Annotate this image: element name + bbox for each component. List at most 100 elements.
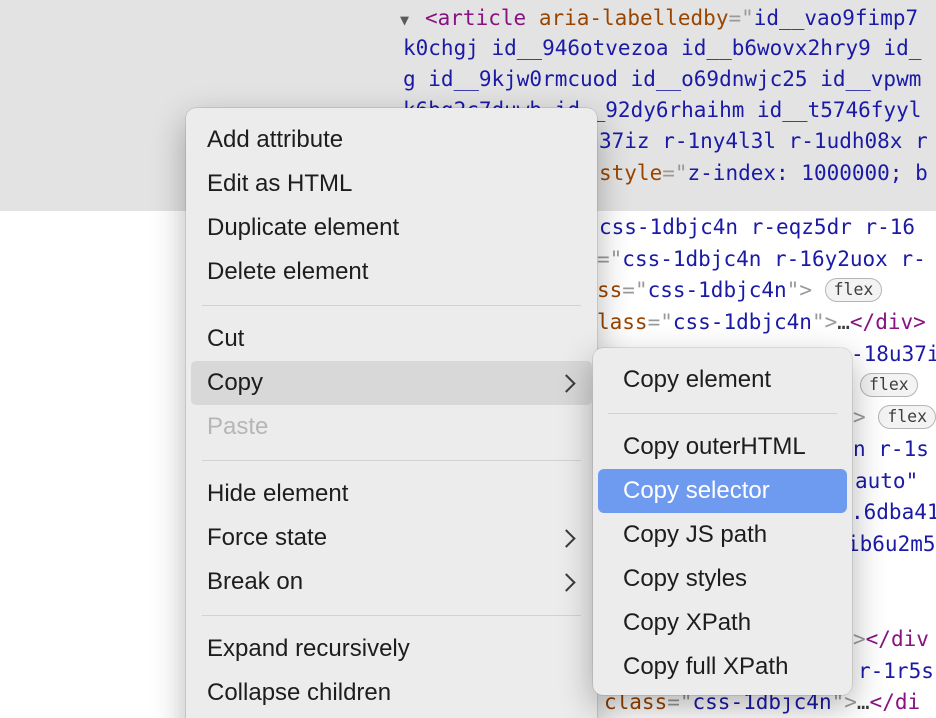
code-segment-attr: lass xyxy=(597,310,648,334)
menu-item-label: Break on xyxy=(207,568,560,596)
code-segment-val: css-1dbjc4n r-eqz5dr r-16 xyxy=(599,215,915,239)
code-segment-val: n r-1s xyxy=(853,437,929,461)
code-line: style="z-index: 1000000; b xyxy=(599,159,928,187)
code-segment-val: z-index: 1000000; b xyxy=(688,161,928,185)
flex-badge[interactable]: flex xyxy=(878,405,936,429)
code-line: -18u37i xyxy=(851,340,936,368)
code-segment-val: k0chgj id__946otvezoa id__b6wovx2hry9 id… xyxy=(403,36,921,60)
code-segment-val: auto" xyxy=(855,469,918,493)
code-line: ss="css-1dbjc4n"> flex xyxy=(597,276,882,304)
code-line: auto" xyxy=(855,467,918,495)
expand-arrow-icon[interactable]: ▼ xyxy=(400,11,409,29)
code-line: > flex xyxy=(853,403,936,431)
code-segment-val: css-1dbjc4n xyxy=(673,310,812,334)
menu-item-copy-outerhtml[interactable]: Copy outerHTML xyxy=(598,425,847,469)
code-segment-attr: ss xyxy=(597,278,622,302)
code-line: .6dba41 xyxy=(851,498,936,526)
code-segment-punct: =" xyxy=(648,310,673,334)
menu-item-label: Paste xyxy=(207,413,576,441)
menu-item-label: Copy element xyxy=(623,366,822,394)
submenu-chevron-icon xyxy=(557,529,575,547)
devtools-elements-panel: ▼<article aria-labelledby="id__vao9fimp7… xyxy=(0,0,936,718)
menu-item-break-on[interactable]: Break on xyxy=(191,560,592,604)
menu-item-paste: Paste xyxy=(191,405,592,449)
menu-item-duplicate-element[interactable]: Duplicate element xyxy=(191,206,592,250)
menu-item-copy-styles[interactable]: Copy styles xyxy=(598,557,847,601)
submenu-chevron-icon xyxy=(557,374,575,392)
code-segment-val: -18u37i xyxy=(851,342,936,366)
menu-item-label: Copy full XPath xyxy=(623,653,822,681)
code-line: ib6u2m5 xyxy=(847,530,936,558)
code-line: flex xyxy=(860,371,918,399)
menu-item-label: Copy selector xyxy=(623,477,822,505)
separator-line xyxy=(202,305,581,306)
code-segment-tag: </div> xyxy=(850,310,926,334)
code-line: r-1r5s xyxy=(858,657,934,685)
code-segment-attr: style xyxy=(599,161,662,185)
code-segment-plain xyxy=(866,405,879,429)
code-segment-punct: > xyxy=(853,627,866,651)
separator-line xyxy=(608,413,837,414)
separator-line xyxy=(202,615,581,616)
code-line: 37iz r-1ny4l3l r-1udh08x r xyxy=(599,127,928,155)
flex-badge[interactable]: flex xyxy=(825,278,883,302)
flex-badge[interactable]: flex xyxy=(860,373,918,397)
code-segment-tag: <article xyxy=(425,6,526,30)
code-segment-punct: =" xyxy=(597,247,622,271)
menu-item-label: Copy xyxy=(207,369,560,397)
menu-item-copy[interactable]: Copy xyxy=(191,361,592,405)
menu-separator xyxy=(202,294,581,317)
code-segment-val: css-1dbjc4n r-16y2uox r- xyxy=(622,247,925,271)
menu-item-expand-recursively[interactable]: Expand recursively xyxy=(191,627,592,671)
code-segment-tag: </div xyxy=(866,627,929,651)
menu-item-edit-as-html[interactable]: Edit as HTML xyxy=(191,162,592,206)
menu-item-force-state[interactable]: Force state xyxy=(191,516,592,560)
menu-item-hide-element[interactable]: Hide element xyxy=(191,472,592,516)
menu-item-label: Edit as HTML xyxy=(207,170,576,198)
menu-item-copy-full-xpath[interactable]: Copy full XPath xyxy=(598,645,847,689)
code-segment-plain xyxy=(812,278,825,302)
code-segment-val: g id__9kjw0rmcuod id__o69dnwjc25 id__vpw… xyxy=(403,67,921,91)
code-segment-punct: =" xyxy=(662,161,687,185)
menu-item-copy-js-path[interactable]: Copy JS path xyxy=(598,513,847,557)
code-segment-dots: … xyxy=(857,690,870,714)
menu-item-copy-xpath[interactable]: Copy XPath xyxy=(598,601,847,645)
code-segment-val: id__vao9fimp7 xyxy=(754,6,918,30)
menu-item-copy-element[interactable]: Copy element xyxy=(598,358,847,402)
code-segment-val: css-1dbjc4n xyxy=(648,278,787,302)
menu-item-label: Copy outerHTML xyxy=(623,433,822,461)
code-segment-val: .6dba41 xyxy=(851,500,936,524)
code-line: ="css-1dbjc4n r-16y2uox r- xyxy=(597,245,926,273)
menu-separator xyxy=(608,402,837,425)
code-segment-val: r-1r5s xyxy=(858,659,934,683)
menu-item-copy-selector[interactable]: Copy selector xyxy=(598,469,847,513)
menu-item-label: Delete element xyxy=(207,258,576,286)
menu-item-label: Force state xyxy=(207,524,560,552)
code-line: ></div xyxy=(853,625,929,653)
code-segment-dots: … xyxy=(837,310,850,334)
code-line: ▼ xyxy=(400,4,409,32)
code-line: k0chgj id__946otvezoa id__b6wovx2hry9 id… xyxy=(403,34,921,62)
menu-item-label: Cut xyxy=(207,325,576,353)
menu-item-cut[interactable]: Cut xyxy=(191,317,592,361)
menu-item-label: Copy XPath xyxy=(623,609,822,637)
code-segment-tag: </di xyxy=(870,690,921,714)
separator-line xyxy=(202,460,581,461)
code-line: n r-1s xyxy=(853,435,929,463)
context-menu: Add attribute Edit as HTML Duplicate eleme… xyxy=(186,108,597,718)
code-segment-attr: aria-labelledby xyxy=(539,6,729,30)
code-segment-punct: =" xyxy=(622,278,647,302)
code-segment-plain xyxy=(526,6,539,30)
code-segment-val: 37iz r-1ny4l3l r-1udh08x r xyxy=(599,129,928,153)
menu-item-label: Copy styles xyxy=(623,565,822,593)
code-line: <article aria-labelledby="id__vao9fimp7 xyxy=(425,4,918,32)
menu-item-collapse-children[interactable]: Collapse children xyxy=(191,671,592,715)
submenu-chevron-icon xyxy=(557,573,575,591)
code-line: lass="css-1dbjc4n">…</div> xyxy=(597,308,926,336)
menu-separator xyxy=(202,604,581,627)
menu-separator xyxy=(202,449,581,472)
menu-item-label: Add attribute xyxy=(207,126,576,154)
menu-item-delete-element[interactable]: Delete element xyxy=(191,250,592,294)
menu-item-add-attribute[interactable]: Add attribute xyxy=(191,118,592,162)
code-segment-punct: "> xyxy=(787,278,812,302)
